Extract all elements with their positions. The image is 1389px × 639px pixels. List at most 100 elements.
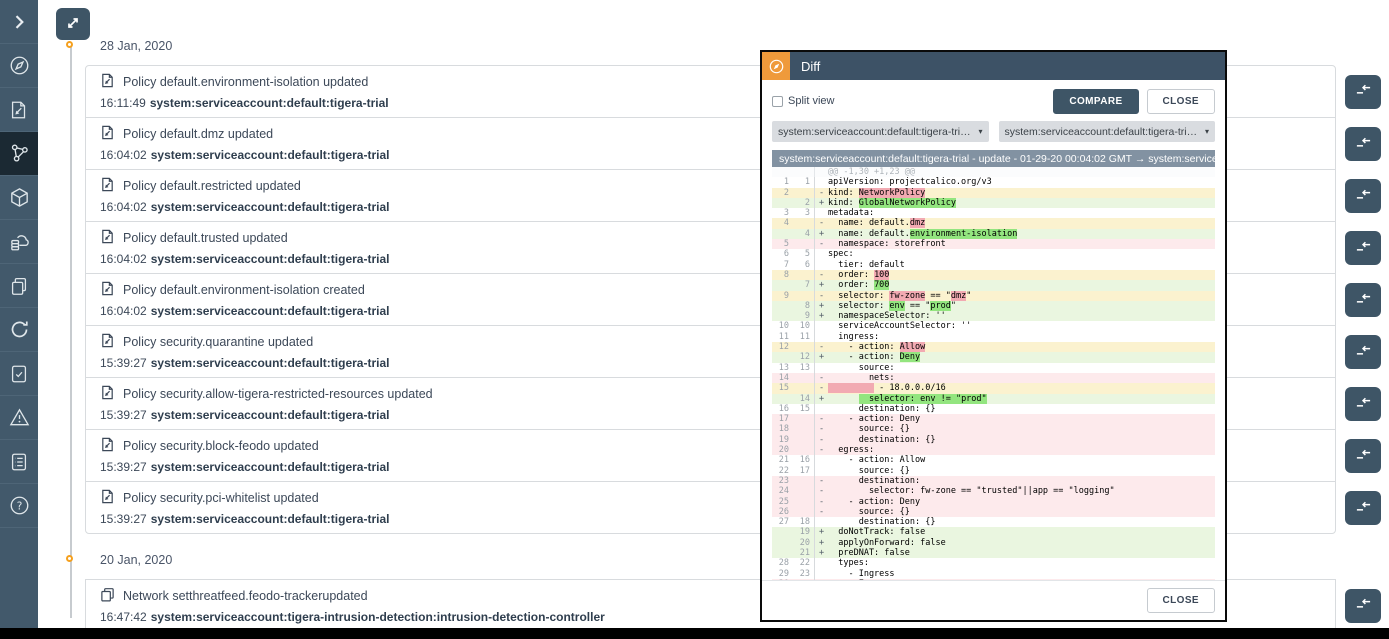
revision-select-right[interactable]: system:serviceaccount:default:tigera-tri…: [999, 121, 1216, 142]
doc-check-icon: [8, 363, 30, 385]
open-diff-button[interactable]: [1345, 387, 1381, 421]
entry-title: Policy default.dmz updated: [123, 127, 273, 141]
diff-line: 8+ selector: env == "prod": [772, 301, 1215, 311]
diff-modal: Diff Split view COMPARE CLOSE system:ser…: [760, 50, 1227, 622]
revision-select-left-value: system:serviceaccount:default:tigera-tri…: [778, 126, 973, 138]
entry-title: Policy security.allow-tigera-restricted-…: [123, 387, 433, 401]
sidebar-item-copy[interactable]: [0, 264, 38, 308]
report-icon: [8, 451, 30, 473]
diff-converge-icon: [1355, 240, 1372, 257]
open-diff-button[interactable]: [1345, 179, 1381, 213]
diff-line: 20- egress:: [772, 445, 1215, 455]
screen: ? 28 Jan, 2020 Policy default.environment…: [0, 0, 1389, 639]
entry-title: Network setthreatfeed.feodo-trackerupdat…: [123, 589, 368, 603]
warning-icon: [8, 406, 31, 429]
diff-line: 14+ selector: env != "prod": [772, 394, 1215, 404]
diff-line: 4+ name: default.environment-isolation: [772, 229, 1215, 239]
entry-time: 15:39:27: [100, 512, 147, 526]
entry-title: Policy default.restricted updated: [123, 179, 301, 193]
diff-line: 4- name: default.dmz: [772, 218, 1215, 228]
entry-time: 16:04:02: [100, 304, 147, 318]
diff-line: 1010 serviceAccountSelector: '': [772, 321, 1215, 331]
policy-doc-icon: [100, 333, 115, 351]
entry-account: system:serviceaccount:default:tigera-tri…: [151, 148, 390, 162]
expand-diagonal-icon: [65, 15, 81, 34]
diff-line: 19- destination: {}: [772, 435, 1215, 445]
entry-time: 16:04:02: [100, 148, 147, 162]
split-view-checkbox[interactable]: [772, 96, 783, 107]
entry-title: Policy security.quarantine updated: [123, 335, 313, 349]
diff-line: 9- selector: fw-zone == "dmz": [772, 291, 1215, 301]
timeline-date-label: 20 Jan, 2020: [100, 553, 172, 567]
diff-file-header: system:serviceaccount:default:tigera-tri…: [772, 150, 1215, 167]
revision-select-left[interactable]: system:serviceaccount:default:tigera-tri…: [772, 121, 989, 142]
sidebar-item-cloud-stack[interactable]: [0, 220, 38, 264]
entry-time: 16:11:49: [100, 96, 146, 110]
entry-account: system:serviceaccount:default:tigera-tri…: [151, 460, 390, 474]
policy-doc-icon: [100, 177, 115, 195]
diff-line: 1111 ingress:: [772, 332, 1215, 342]
diff-line: 11 apiVersion: projectcalico.org/v3: [772, 177, 1215, 187]
policy-doc-icon: [100, 229, 115, 247]
diff-line: 76 tier: default: [772, 260, 1215, 270]
split-view-label: Split view: [788, 95, 834, 107]
entry-title: Policy default.trusted updated: [123, 231, 288, 245]
sidebar-item-network-graph[interactable]: [0, 132, 38, 176]
timeline-date-label: 28 Jan, 2020: [100, 39, 172, 53]
open-diff-button[interactable]: [1345, 589, 1381, 623]
diff-line: 2923 - Ingress: [772, 569, 1215, 579]
diff-lines: @@ -1,30 +1,23 @@11 apiVersion: projectc…: [772, 167, 1215, 580]
open-diff-button[interactable]: [1345, 283, 1381, 317]
cube-icon: [8, 186, 31, 209]
sidebar-item-policy-edit[interactable]: [0, 88, 38, 132]
diff-line: 2217 source: {}: [772, 466, 1215, 476]
modal-title: Diff: [801, 59, 820, 74]
entry-time: 16:04:02: [100, 252, 147, 266]
diff-converge-icon: [1355, 396, 1372, 413]
open-diff-button[interactable]: [1345, 491, 1381, 525]
sidebar-item-chevron-right[interactable]: [0, 0, 38, 44]
diff-line: 12- - action: Allow: [772, 342, 1215, 352]
sidebar-item-cube[interactable]: [0, 176, 38, 220]
policy-doc-icon: [100, 73, 115, 91]
diff-line: 1615 destination: {}: [772, 404, 1215, 414]
diff-converge-icon: [1355, 448, 1372, 465]
open-diff-button[interactable]: [1345, 75, 1381, 109]
entry-title: Policy security.block-feodo updated: [123, 439, 319, 453]
open-diff-button[interactable]: [1345, 335, 1381, 369]
footer-close-button[interactable]: CLOSE: [1147, 588, 1215, 613]
diff-line: 2116 - action: Allow: [772, 455, 1215, 465]
sidebar-item-help[interactable]: ?: [0, 484, 38, 528]
entry-title: Policy default.environment-isolation upd…: [123, 75, 368, 89]
entry-title: Policy security.pci-whitelist updated: [123, 491, 319, 505]
entry-title: Policy default.environment-isolation cre…: [123, 283, 365, 297]
policy-doc-icon: [100, 489, 115, 507]
entry-account: system:serviceaccount:default:tigera-tri…: [151, 512, 390, 526]
chevron-right-icon: [9, 12, 29, 32]
diff-converge-icon: [1355, 597, 1372, 614]
open-diff-button[interactable]: [1345, 439, 1381, 473]
sidebar-item-doc-check[interactable]: [0, 352, 38, 396]
entry-account: system:serviceaccount:default:tigera-tri…: [151, 408, 390, 422]
sidebar-item-report[interactable]: [0, 440, 38, 484]
compare-button[interactable]: COMPARE: [1053, 89, 1138, 114]
open-diff-button[interactable]: [1345, 127, 1381, 161]
svg-text:?: ?: [16, 500, 22, 512]
entry-time: 15:39:27: [100, 460, 147, 474]
diff-line: 12+ - action: Deny: [772, 352, 1215, 362]
open-diff-button[interactable]: [1345, 231, 1381, 265]
diff-line: 17- - action: Deny: [772, 414, 1215, 424]
diff-hunk-header: @@ -1,30 +1,23 @@: [772, 167, 1215, 177]
diff-converge-icon: [1355, 500, 1372, 517]
close-button[interactable]: CLOSE: [1147, 89, 1215, 114]
sidebar-item-compass[interactable]: [0, 44, 38, 88]
sidebar-item-warning[interactable]: [0, 396, 38, 440]
diff-line: 1313 source:: [772, 363, 1215, 373]
help-icon: ?: [8, 494, 31, 517]
split-view-toggle[interactable]: Split view: [772, 95, 834, 107]
sidebar-item-refresh[interactable]: [0, 308, 38, 352]
diff-line: 26- source: {}: [772, 507, 1215, 517]
diff-line: 20+ applyOnForward: false: [772, 538, 1215, 548]
entry-time: 16:04:02: [100, 200, 147, 214]
diff-converge-icon: [1355, 344, 1372, 361]
